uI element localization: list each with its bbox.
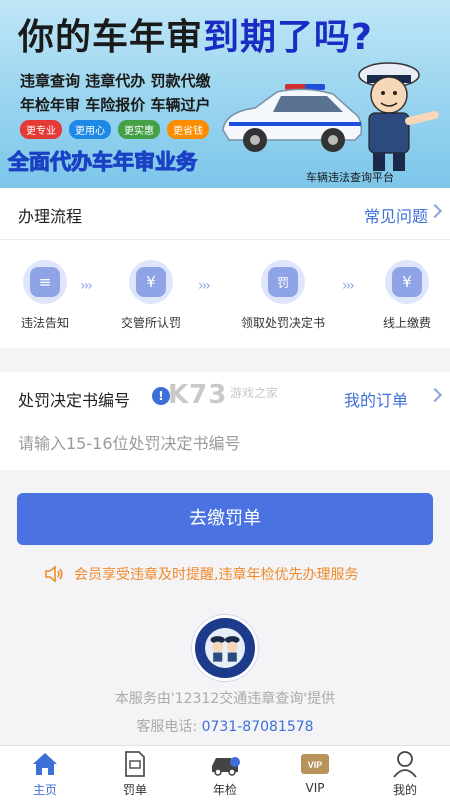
notice-icon: ≡ xyxy=(23,260,67,304)
process-step: 罚 领取处罚决定书 xyxy=(238,260,328,331)
ticket-number-input[interactable] xyxy=(18,428,432,458)
bottom-tab-bar: 主页 罚单 年检 VIP VIP 我的 xyxy=(0,745,450,800)
process-card: 办理流程 常见问题 ≡ 违法告知 ››› ¥ 交管所认罚 ››› 罚 领取处罚决… xyxy=(0,188,450,348)
ticket-icon xyxy=(90,750,180,778)
ticket-title: 处罚决定书编号 xyxy=(18,391,131,410)
chevron-right-icon xyxy=(427,203,443,219)
vip-notice[interactable]: 会员享受违章及时提醒,违章年检优先办理服务 xyxy=(44,564,424,584)
watermark-sub: 游戏之家 xyxy=(230,386,279,400)
banner-slogan: 全面代办车年审业务 xyxy=(8,150,198,175)
tab-vip[interactable]: VIP VIP xyxy=(270,750,360,795)
home-icon xyxy=(0,750,90,778)
provider-text: 本服务由'12312交通违章查询'提供 xyxy=(114,691,336,707)
chevron-right-icon xyxy=(427,387,443,403)
step-arrow-icon: ››› xyxy=(198,278,211,294)
pay-icon: ¥ xyxy=(385,260,429,304)
tab-label: 我的 xyxy=(392,783,417,797)
watermark: K73 xyxy=(168,380,228,410)
svg-text:VIP: VIP xyxy=(308,760,323,770)
banner-title: 你的车年审到期了吗? xyxy=(18,17,373,58)
ticket-card: 处罚决定书编号 ! K73 游戏之家 我的订单 xyxy=(0,372,450,470)
service-logo xyxy=(192,615,258,681)
step-label: 领取处罚决定书 xyxy=(240,316,325,330)
banner-tag: 更用心 xyxy=(69,120,111,139)
user-icon xyxy=(360,750,450,778)
tab-inspection[interactable]: 年检 xyxy=(180,750,270,798)
banner-services-line-2: 年检年审 车险报价 车辆过户 xyxy=(20,96,211,114)
phone-label: 客服电话: xyxy=(136,719,198,735)
process-header: 办理流程 常见问题 xyxy=(0,188,450,240)
process-step: ¥ 交管所认罚 xyxy=(106,260,196,331)
police-car-illustration xyxy=(222,84,363,152)
my-orders-link[interactable]: 我的订单 xyxy=(344,387,408,411)
banner-tag: 更省钱 xyxy=(167,120,209,139)
vip-notice-text: 会员享受违章及时提醒,违章年检优先办理服务 xyxy=(74,567,359,583)
tab-home[interactable]: 主页 xyxy=(0,750,90,798)
banner-services-line-1: 违章查询 违章代办 罚款代缴 xyxy=(20,72,211,90)
faq-link[interactable]: 常见问题 xyxy=(364,203,428,227)
speaker-icon xyxy=(45,565,63,583)
banner-platform-name: 车辆违法查询平台 xyxy=(306,171,394,184)
banner-tag: 更专业 xyxy=(20,120,62,139)
step-label: 线上缴费 xyxy=(382,316,431,330)
my-orders-label: 我的订单 xyxy=(343,391,408,410)
step-arrow-icon: ››› xyxy=(80,278,93,294)
ticket-header: 处罚决定书编号 ! K73 游戏之家 我的订单 xyxy=(0,372,450,422)
promo-banner[interactable]: 你的车年审到期了吗? 违章查询 违章代办 罚款代缴 年检年审 车险报价 车辆过户… xyxy=(0,0,450,188)
process-steps: ≡ 违法告知 ››› ¥ 交管所认罚 ››› 罚 领取处罚决定书 ››› ¥ 线… xyxy=(0,260,450,340)
phone-number-link[interactable]: 0731-87081578 xyxy=(202,719,314,735)
step-label: 交管所认罚 xyxy=(120,316,181,330)
customer-service-phone: 客服电话: 0731-87081578 xyxy=(0,716,450,736)
process-step: ¥ 线上缴费 xyxy=(362,260,450,331)
car-icon xyxy=(180,750,270,778)
tab-label: 年检 xyxy=(212,783,237,797)
tab-tickets[interactable]: 罚单 xyxy=(90,750,180,798)
process-title: 办理流程 xyxy=(18,207,83,226)
banner-tag: 更实惠 xyxy=(118,120,160,139)
ticket-icon: 罚 xyxy=(261,260,305,304)
police-officer-illustration xyxy=(358,62,439,171)
step-arrow-icon: ››› xyxy=(342,278,355,294)
pay-fine-button[interactable]: 去缴罚单 xyxy=(17,493,433,545)
banner-tags: 更专业 更用心 更实惠 更省钱 xyxy=(20,120,209,139)
step-label: 违法告知 xyxy=(20,316,69,330)
faq-label: 常见问题 xyxy=(363,207,428,226)
yen-icon: ¥ xyxy=(129,260,173,304)
tab-label: 罚单 xyxy=(122,783,147,797)
tab-profile[interactable]: 我的 xyxy=(360,750,450,798)
process-step: ≡ 违法告知 xyxy=(0,260,90,331)
tab-label: 主页 xyxy=(32,783,57,797)
tab-label: VIP xyxy=(305,781,325,795)
vip-icon: VIP xyxy=(270,750,360,778)
